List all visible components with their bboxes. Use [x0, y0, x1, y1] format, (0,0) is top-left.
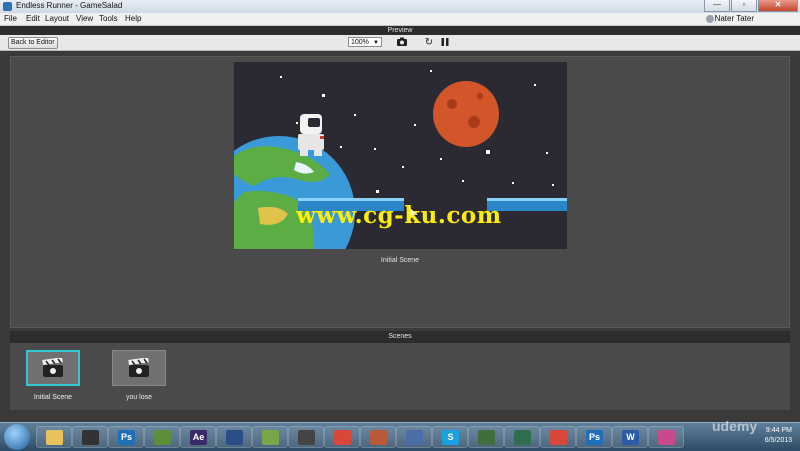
- udemy-logo: udemy: [712, 418, 758, 434]
- restart-icon[interactable]: ↻: [423, 37, 435, 48]
- taskbar-app-notepad[interactable]: [252, 426, 288, 448]
- gamesalad-icon: [658, 430, 675, 445]
- shield-icon: [370, 430, 387, 445]
- taskbar-app-word[interactable]: W: [612, 426, 648, 448]
- taskbar-app-tv[interactable]: [468, 426, 504, 448]
- taskbar-app-minecraft[interactable]: [144, 426, 180, 448]
- user-icon: [706, 15, 714, 23]
- taskbar-app-shield[interactable]: [360, 426, 396, 448]
- clock-time: 9:44 PM: [765, 427, 792, 434]
- minimize-button[interactable]: —: [704, 0, 730, 12]
- minecraft-icon: [154, 430, 171, 445]
- taskbar-app-gamesalad[interactable]: [648, 426, 684, 448]
- explorer-icon: [46, 430, 63, 445]
- close-button[interactable]: ✕: [758, 0, 798, 12]
- photoshop-icon: Ps: [118, 430, 135, 445]
- scene-label-you-lose[interactable]: you lose: [104, 394, 174, 401]
- cinema4d-icon: [226, 430, 243, 445]
- scene-label-initial[interactable]: Initial Scene: [18, 394, 88, 401]
- watermark: www.cg-ku.com: [296, 202, 502, 229]
- camera-icon[interactable]: [396, 37, 408, 48]
- monitor-icon: [514, 430, 531, 445]
- scene-thumbnail-initial[interactable]: [26, 350, 80, 386]
- preview-header: Preview: [0, 26, 800, 35]
- taskbar-app-explorer[interactable]: [36, 426, 72, 448]
- photoshop-icon: Ps: [586, 430, 603, 445]
- chevron-down-icon: ▼: [373, 40, 379, 46]
- astronaut-sprite: [298, 114, 324, 156]
- zoom-value: 100%: [351, 39, 369, 46]
- menu-edit[interactable]: Edit: [26, 14, 40, 23]
- media-icon: [82, 430, 99, 445]
- taskbar-app-save[interactable]: [396, 426, 432, 448]
- clock-date: 6/5/2013: [764, 437, 792, 444]
- planet-mars: [433, 81, 499, 147]
- taskbar-app-unity[interactable]: [288, 426, 324, 448]
- notepad-icon: [262, 430, 279, 445]
- stage-scene-caption: Initial Scene: [380, 257, 420, 264]
- scenes-header: Scenes: [10, 331, 790, 343]
- skype-icon: S: [442, 430, 459, 445]
- back-to-editor-button[interactable]: Back to Editor: [8, 37, 58, 49]
- taskbar-clock[interactable]: 9:44 PM 6/5/2013: [765, 426, 792, 446]
- unity-icon: [298, 430, 315, 445]
- windows-taskbar: Ps Ae S Ps W 9:44 PM 6/5/2013: [0, 422, 800, 451]
- taskbar-app-monitor[interactable]: [504, 426, 540, 448]
- chrome-icon: [334, 430, 351, 445]
- scene-thumbnail-you-lose[interactable]: [112, 350, 166, 386]
- taskbar-app-photoshop[interactable]: Ps: [108, 426, 144, 448]
- menu-layout[interactable]: Layout: [45, 14, 69, 23]
- menu-bar: File Edit Layout View Tools Help Nater T…: [0, 13, 800, 26]
- window-controls: — ▫ ✕: [704, 0, 798, 12]
- clapperboard-icon: [128, 358, 149, 377]
- window-title: Endless Runner - GameSalad: [16, 1, 123, 10]
- taskbar-app-cinema4d[interactable]: [216, 426, 252, 448]
- taskbar-app-photoshop[interactable]: Ps: [576, 426, 612, 448]
- user-name[interactable]: Nater Tater: [715, 14, 754, 23]
- menu-help[interactable]: Help: [125, 14, 141, 23]
- save-icon: [406, 430, 423, 445]
- menu-view[interactable]: View: [76, 14, 93, 23]
- window-titlebar: Endless Runner - GameSalad — ▫ ✕: [0, 0, 800, 14]
- menu-tools[interactable]: Tools: [99, 14, 118, 23]
- clapperboard-icon: [42, 358, 63, 377]
- maximize-button[interactable]: ▫: [731, 0, 757, 12]
- taskbar-app-after-effects[interactable]: Ae: [180, 426, 216, 448]
- start-button[interactable]: [4, 424, 30, 450]
- chrome-icon: [550, 430, 567, 445]
- after-effects-icon: Ae: [190, 430, 207, 445]
- zoom-select[interactable]: 100% ▼: [348, 37, 382, 47]
- taskbar-app-chrome[interactable]: [324, 426, 360, 448]
- pause-icon[interactable]: [439, 37, 451, 48]
- menu-file[interactable]: File: [4, 14, 17, 23]
- taskbar-app-media[interactable]: [72, 426, 108, 448]
- taskbar-app-skype[interactable]: S: [432, 426, 468, 448]
- app-icon: [3, 2, 12, 11]
- preview-toolbar: Back to Editor 100% ▼ ↻: [0, 35, 800, 51]
- tv-icon: [478, 430, 495, 445]
- word-icon: W: [622, 430, 639, 445]
- taskbar-app-chrome[interactable]: [540, 426, 576, 448]
